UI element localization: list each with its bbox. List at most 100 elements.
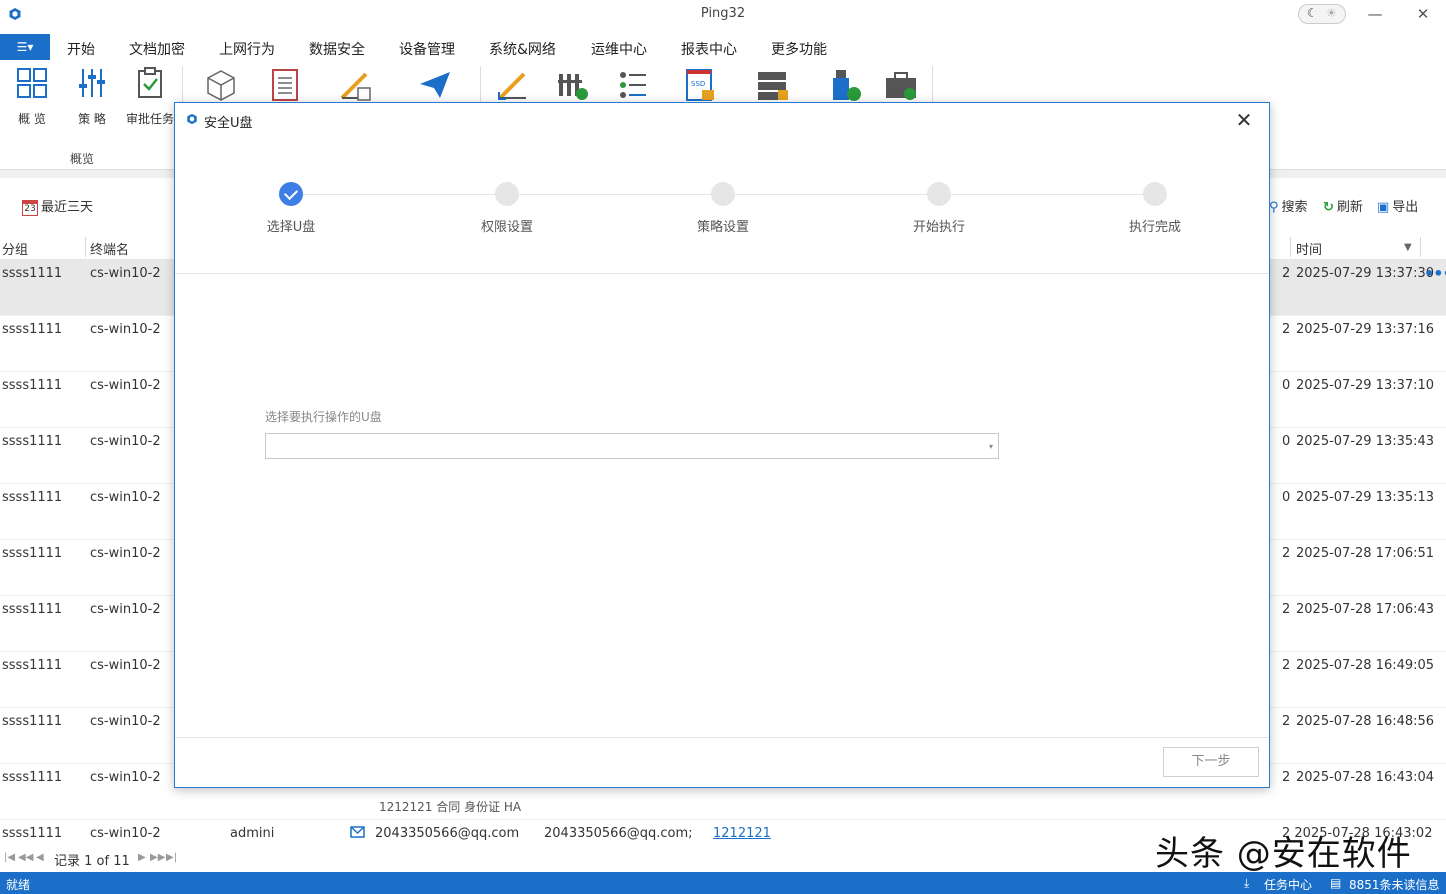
usb-shield-icon[interactable] xyxy=(830,68,864,102)
step-pending-dot xyxy=(711,182,735,206)
next-step-button[interactable]: 下一步 xyxy=(1163,747,1259,777)
message-icon: ▤ xyxy=(1330,876,1342,890)
cell-terminal: cs-win10-2 xyxy=(90,266,161,281)
sliders-icon xyxy=(79,69,105,97)
menu-web-behavior[interactable]: 上网行为 xyxy=(219,39,275,59)
firewall-shield-icon[interactable] xyxy=(556,68,590,102)
status-bar: 就绪 ⤓ 任务中心 ▤ 8851条未读信息 xyxy=(0,872,1446,894)
cell-user: admini xyxy=(230,826,275,841)
next-page-icon[interactable]: ▶ xyxy=(138,852,146,863)
cell-terminal: cs-win10-2 xyxy=(90,714,161,729)
overview-button[interactable]: 概 览 xyxy=(6,66,58,126)
title-bar: Ping32 ☾ ☀ — ✕ xyxy=(0,0,1446,30)
cell-time: 2025-07-29 13:35:43 xyxy=(1296,434,1435,449)
cell-terminal: cs-win10-2 xyxy=(90,490,161,505)
minimize-button[interactable]: — xyxy=(1364,4,1386,24)
ribbon-separator xyxy=(480,66,481,104)
cell-group: ssss1111 xyxy=(2,378,63,393)
cell-count: 2 xyxy=(1282,546,1291,561)
user-list-icon[interactable] xyxy=(616,68,650,102)
cell-subject-link[interactable]: 1212121 xyxy=(713,826,771,841)
column-header-group[interactable]: 分组 xyxy=(2,239,28,258)
app-menu-button[interactable]: ☰▾ xyxy=(0,34,50,60)
toolbox-shield-icon[interactable] xyxy=(884,68,918,102)
search-label: 搜索 xyxy=(1281,200,1308,215)
cell-group: ssss1111 xyxy=(2,322,63,337)
menu-doc-encryption[interactable]: 文档加密 xyxy=(129,39,185,64)
first-page-icon[interactable]: |◀ xyxy=(4,852,15,863)
step-done-check-icon xyxy=(279,182,303,206)
more-options-icon[interactable]: ••• xyxy=(1424,264,1446,283)
menu-device-management[interactable]: 设备管理 xyxy=(399,39,455,59)
menu-system-network[interactable]: 系统&网络 xyxy=(489,39,556,59)
close-window-button[interactable]: ✕ xyxy=(1412,4,1434,24)
cell-time: 2025-07-29 13:37:10 xyxy=(1296,378,1435,393)
sort-dropdown-icon[interactable]: ▼ xyxy=(1404,242,1412,253)
dialog-divider xyxy=(175,273,1269,274)
menu-start[interactable]: 开始 xyxy=(67,39,95,59)
usb-select-dropdown[interactable]: ▾ xyxy=(265,433,999,459)
calendar-icon: 23 xyxy=(22,199,38,216)
cell-terminal: cs-win10-2 xyxy=(90,434,161,449)
column-header-terminal[interactable]: 终端名 xyxy=(90,239,129,258)
refresh-icon: ↻ xyxy=(1323,200,1334,215)
cell-time: 2025-07-28 17:06:51 xyxy=(1296,546,1435,561)
refresh-button[interactable]: ↻ 刷新 xyxy=(1323,196,1363,215)
column-separator[interactable] xyxy=(1420,237,1421,257)
ssd-lock-icon[interactable]: SSD xyxy=(684,68,718,102)
step-label: 策略设置 xyxy=(696,220,749,235)
send-icon[interactable] xyxy=(418,70,452,100)
cell-group: ssss1111 xyxy=(2,546,63,561)
watermark: 头条 @安在软件 xyxy=(1155,834,1412,874)
export-label: 导出 xyxy=(1392,200,1419,215)
cell-count: 2 xyxy=(1282,658,1291,673)
column-separator[interactable] xyxy=(1290,237,1291,257)
menu-ops-center[interactable]: 运维中心 xyxy=(591,39,647,59)
cell-receiver: 2043350566@qq.com; xyxy=(544,826,693,841)
cell-terminal: cs-win10-2 xyxy=(90,602,161,617)
step-label: 选择U盘 xyxy=(266,220,316,235)
cell-group: ssss1111 xyxy=(2,714,63,729)
download-icon: ⤓ xyxy=(1244,876,1250,890)
export-button[interactable]: ▣ 导出 xyxy=(1377,196,1418,215)
pen-ruler-icon[interactable] xyxy=(338,68,372,102)
moon-icon: ☾ xyxy=(1307,6,1318,20)
cell-count: 0 xyxy=(1282,434,1291,449)
search-button[interactable]: ⚲ 搜索 xyxy=(1269,196,1308,215)
cell-group: ssss1111 xyxy=(2,770,63,785)
secure-usb-dialog: 安全U盘 ✕ 选择U盘 权限设置 策略设置 开始执行 执行完成 选择要执行操作的… xyxy=(174,102,1270,788)
cell-time: 2025-07-28 16:43:04 xyxy=(1296,770,1435,785)
record-counter: 记录 1 of 11 xyxy=(54,854,130,869)
export-icon: ▣ xyxy=(1377,200,1390,215)
usb-select-label: 选择要执行操作的U盘 xyxy=(265,410,382,424)
last-page-icon[interactable]: ▶| xyxy=(166,852,177,863)
status-text: 就绪 xyxy=(6,878,31,892)
dialog-close-button[interactable]: ✕ xyxy=(1233,108,1255,132)
grid-icon xyxy=(17,68,47,98)
unread-messages-link[interactable]: 8851条未读信息 xyxy=(1349,876,1440,893)
svg-text:SSD: SSD xyxy=(691,80,705,88)
theme-toggle[interactable]: ☾ ☀ xyxy=(1298,4,1346,24)
cell-count: 2 xyxy=(1282,770,1291,785)
task-center-link[interactable]: 任务中心 xyxy=(1264,876,1312,893)
approval-task-label: 审批任务 xyxy=(125,112,174,126)
prev-pages-icon[interactable]: ◀◀ xyxy=(18,852,33,863)
cell-sender: 2043350566@qq.com xyxy=(375,826,520,841)
column-header-time[interactable]: 时间 xyxy=(1296,239,1322,258)
document-list-icon[interactable] xyxy=(270,68,300,102)
step-pending-dot xyxy=(495,182,519,206)
date-filter[interactable]: 23 最近三天 xyxy=(22,196,93,216)
prev-page-icon[interactable]: ◀ xyxy=(36,852,44,863)
approval-task-button[interactable]: 审批任务 xyxy=(124,66,176,126)
chevron-down-icon: ▾ xyxy=(988,442,993,451)
menu-report-center[interactable]: 报表中心 xyxy=(681,39,737,59)
column-separator[interactable] xyxy=(85,237,86,257)
menu-data-security[interactable]: 数据安全 xyxy=(309,39,365,59)
cell-time: 2025-07-29 13:37:30 xyxy=(1296,266,1435,281)
next-pages-icon[interactable]: ▶▶ xyxy=(150,852,165,863)
pen-ruler-icon[interactable] xyxy=(496,68,530,102)
server-lock-icon[interactable] xyxy=(756,68,790,102)
menu-more-features[interactable]: 更多功能 xyxy=(771,39,827,59)
policy-button[interactable]: 策 略 xyxy=(66,66,118,126)
cube-icon[interactable] xyxy=(204,68,238,102)
